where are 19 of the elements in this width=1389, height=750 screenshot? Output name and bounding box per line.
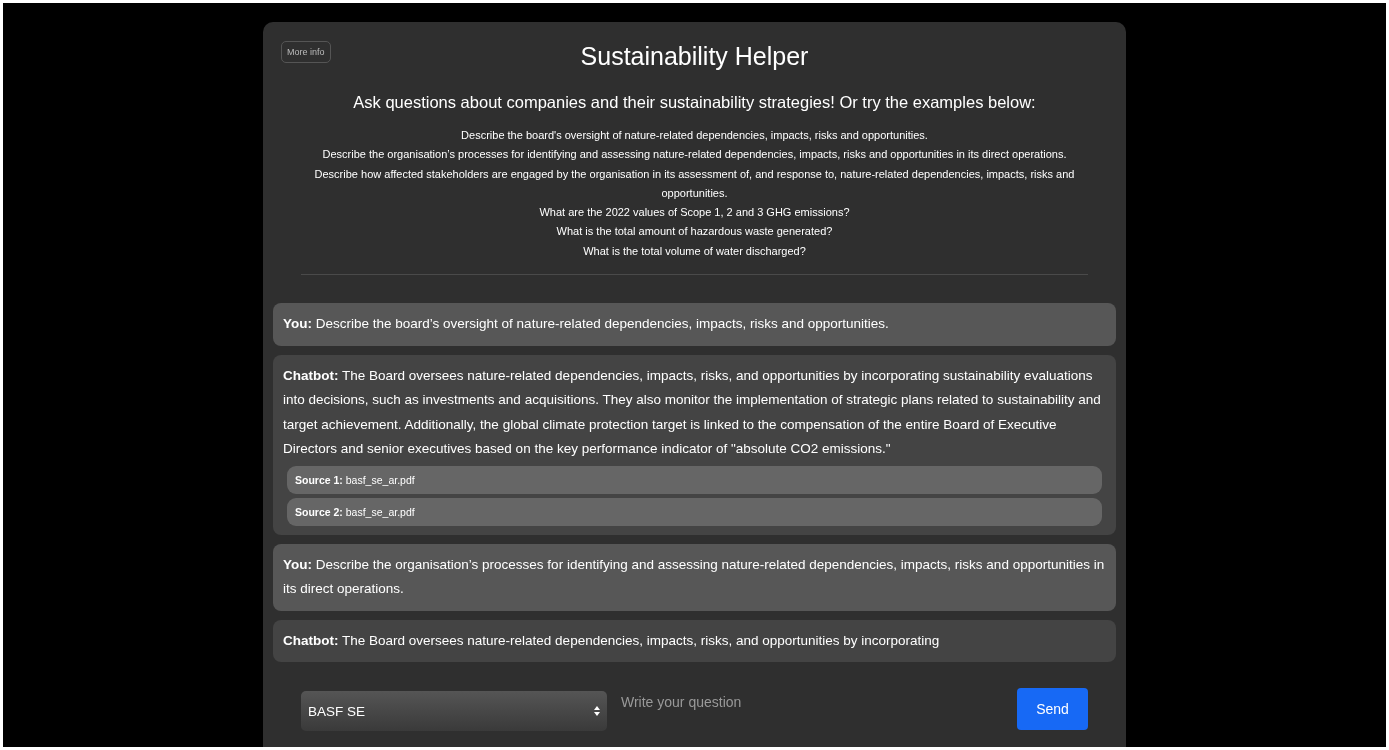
chatbot-message-text: Chatbot: The Board oversees nature-related dependencies, impacts, risks, and opportunities by incorporating	[283, 632, 940, 648]
chatbot-message-text: Chatbot: The Board oversees nature-related dependencies, impacts, risks, and opportunities by incorporating sustainability evaluations into decisions, such as investments and acquisitions. They also monitor the implementation of strategic plans related to sustainability and target achievement. Additionally, the global climate protection target is linked to the compensation of the entire Board of Executive Directors and senior executives based on the key performance indicator of "absolute CO2 emissions."	[283, 367, 1101, 457]
example-question[interactable]: What is the total volume of water discharged?	[583, 241, 806, 262]
chevron-updown-icon	[594, 706, 600, 717]
question-field[interactable]: Write your question	[621, 688, 1003, 717]
subtitle: Ask questions about companies and their sustainability strategies! Or try the examples below:	[352, 93, 1037, 112]
example-question[interactable]: What is the total amount of hazardous waste generated?	[556, 222, 833, 242]
app-title: Sustainability Helper	[580, 42, 809, 71]
example-question[interactable]: What are the 2022 values of Scope 1, 2 and 3 GHG emissions?	[539, 203, 850, 223]
example-question[interactable]: Describe how affected stakeholders are engaged by the organisation in its assessment of, and response to, nature-related dependencies, impacts, risks and opportunities.	[291, 164, 1098, 204]
user-message-text: You: Describe the board’s oversight of nature-related dependencies, impacts, risks and opportunities.	[283, 316, 889, 332]
user-message-text: You: Describe the organisation’s processes for identifying and assessing nature-related dependencies, impacts, risks and opportunities in its direct operations.	[283, 556, 1105, 597]
send-button[interactable]: Send	[1017, 688, 1088, 731]
source-item[interactable]: Source 2: basf_se_ar.pdf	[287, 497, 1102, 526]
example-question[interactable]: Describe the organisation’s processes for identifying and assessing nature-related dependencies, impacts, risks and opportunities in its direct operations.	[322, 145, 1067, 165]
example-question[interactable]: Describe the board's oversight of nature-related dependencies, impacts, risks and opportunities.	[461, 126, 928, 146]
more-info-button[interactable]: More info	[281, 41, 331, 63]
company-select[interactable]: BASF SE	[301, 691, 607, 732]
source-item[interactable]: Source 1: basf_se_ar.pdf	[287, 465, 1102, 494]
